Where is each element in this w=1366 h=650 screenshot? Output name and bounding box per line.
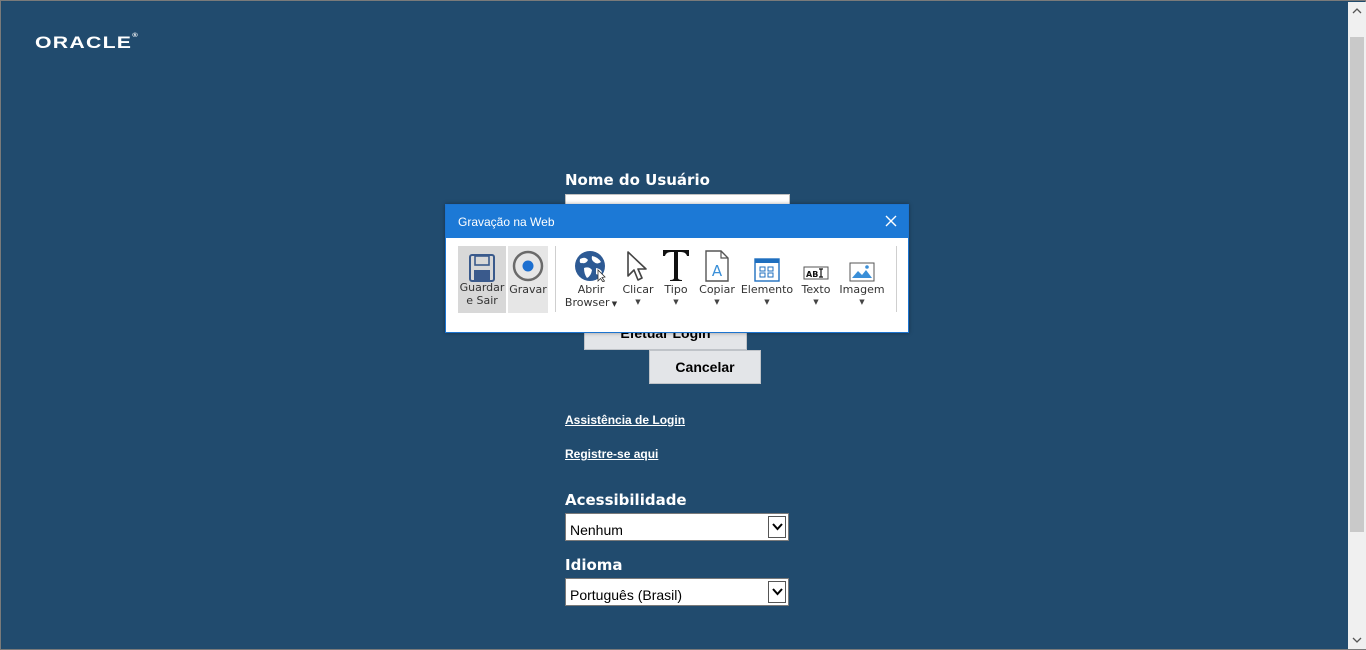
element-button[interactable]: Elemento ▼	[740, 246, 794, 313]
toolbar-separator	[896, 246, 897, 312]
copy-label: Copiar	[699, 283, 735, 296]
dropdown-caret-icon: ▼	[764, 298, 770, 306]
browser-page: ORACLE® Nome do Usuário Efetuar Login Ca…	[0, 0, 1366, 650]
open-browser-label-1: Abrir	[577, 283, 605, 296]
cancel-button[interactable]: Cancelar	[649, 350, 761, 384]
chevron-down-icon[interactable]	[768, 516, 786, 538]
text-button[interactable]: AB Texto ▼	[796, 246, 836, 313]
recorder-titlebar[interactable]: Gravação na Web	[446, 205, 908, 238]
image-button[interactable]: Imagem ▼	[838, 246, 886, 313]
image-icon	[838, 246, 886, 282]
record-label: Gravar	[509, 283, 547, 296]
close-icon[interactable]	[882, 212, 900, 230]
dropdown-caret-icon: ▼	[635, 298, 641, 306]
record-icon	[508, 246, 548, 282]
open-browser-button[interactable]: Abrir Browser ▼	[562, 246, 620, 313]
scrollbar-thumb[interactable]	[1350, 37, 1364, 532]
globe-icon	[562, 246, 620, 282]
dropdown-caret-icon: ▼	[714, 298, 720, 306]
language-select[interactable]: Português (Brasil)	[565, 578, 789, 606]
logo-text: ORACLE	[35, 33, 133, 52]
click-button[interactable]: Clicar ▼	[620, 246, 656, 313]
scroll-up-icon[interactable]	[1348, 2, 1366, 19]
type-button[interactable]: Tipo ▼	[658, 246, 694, 313]
click-label: Clicar	[622, 283, 654, 296]
accessibility-select[interactable]: Nenhum	[565, 513, 789, 541]
svg-text:A: A	[712, 262, 723, 280]
language-select-value: Português (Brasil)	[570, 587, 683, 603]
cursor-icon	[620, 246, 656, 282]
element-label: Elemento	[740, 283, 794, 296]
web-recording-dialog: Gravação na Web Guardar e Sair Gravar Ab…	[445, 204, 909, 333]
save-exit-label-1: Guardar	[459, 281, 505, 294]
accessibility-select-value: Nenhum	[570, 522, 623, 538]
recorder-title: Gravação na Web	[458, 215, 555, 229]
logo-trademark: ®	[132, 33, 138, 39]
copy-button[interactable]: A Copiar ▼	[696, 246, 738, 313]
language-label: Idioma	[565, 556, 623, 574]
record-button[interactable]: Gravar	[508, 246, 548, 313]
vertical-scrollbar[interactable]	[1348, 2, 1366, 649]
toolbar-separator	[555, 246, 556, 312]
type-icon	[658, 246, 694, 282]
chevron-down-icon[interactable]	[768, 581, 786, 603]
dropdown-caret-icon: ▼	[859, 298, 865, 306]
type-label: Tipo	[664, 283, 688, 296]
username-label: Nome do Usuário	[565, 171, 710, 189]
oracle-logo: ORACLE®	[35, 33, 138, 53]
login-page: ORACLE® Nome do Usuário Efetuar Login Ca…	[2, 2, 1348, 649]
copy-document-icon: A	[696, 246, 738, 282]
dropdown-caret-icon: ▼	[813, 298, 819, 306]
register-link[interactable]: Registre-se aqui	[565, 447, 658, 461]
open-browser-label-2: Browser	[564, 296, 610, 309]
floppy-disk-icon	[458, 246, 506, 282]
element-grid-icon	[740, 246, 794, 282]
text-field-icon: AB	[796, 246, 836, 282]
image-label: Imagem	[839, 283, 885, 296]
dropdown-caret-icon: ▼	[673, 298, 679, 306]
save-exit-label-2: e Sair	[466, 294, 498, 307]
scroll-down-icon[interactable]	[1348, 632, 1366, 649]
svg-text:AB: AB	[806, 270, 818, 279]
accessibility-label: Acessibilidade	[565, 491, 687, 509]
login-help-link[interactable]: Assistência de Login	[565, 413, 685, 427]
save-and-exit-button[interactable]: Guardar e Sair	[458, 246, 506, 313]
text-label: Texto	[801, 283, 831, 296]
